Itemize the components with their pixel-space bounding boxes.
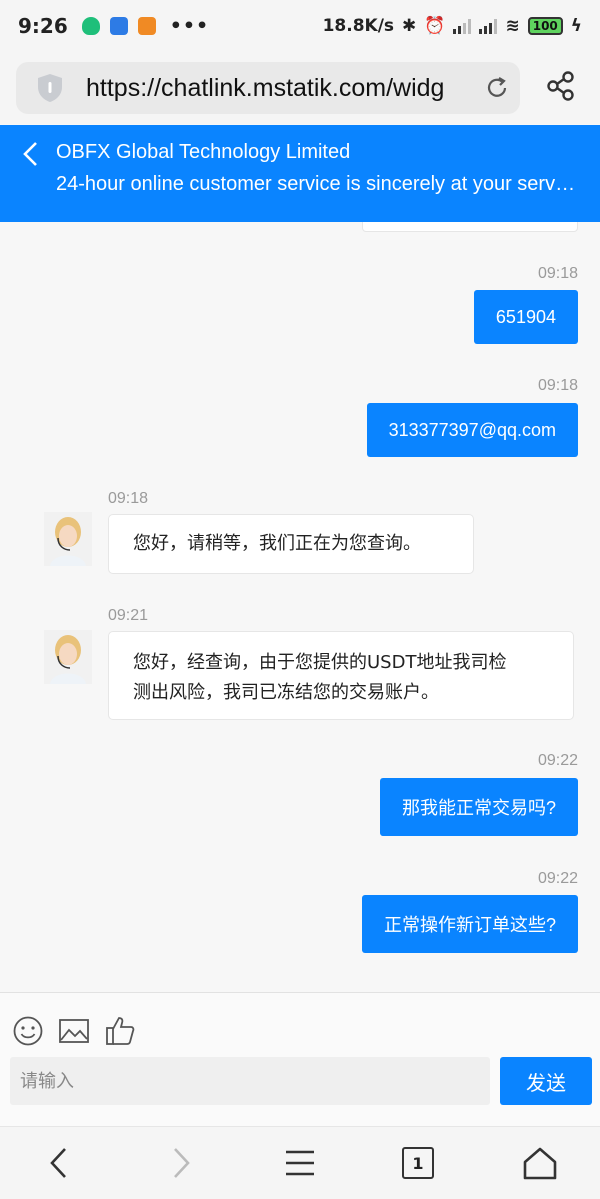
message-input[interactable] xyxy=(10,1057,490,1105)
send-button[interactable]: 发送 xyxy=(500,1057,592,1105)
menu-icon[interactable] xyxy=(282,1145,318,1181)
shield-app-icon xyxy=(81,17,100,35)
message-line: 您好，经查询，由于您提供的USDT地址我司检 xyxy=(133,652,507,673)
browser-toolbar: https://chatlink.mstatik.com/widg xyxy=(0,52,600,124)
chat-title: OBFX Global Technology Limited xyxy=(56,141,351,163)
address-bar[interactable]: https://chatlink.mstatik.com/widg xyxy=(16,62,520,114)
message-timestamp: 09:18 xyxy=(108,490,149,507)
security-shield-icon[interactable] xyxy=(36,73,64,103)
message-line: 测出风险，我司已冻结您的交易账户。 xyxy=(133,682,439,703)
message-composer: 发送 xyxy=(0,992,600,1126)
status-right: 18.8K/s ✱ ⏰ ≋ 100 ϟ xyxy=(323,16,582,36)
back-nav-icon[interactable] xyxy=(42,1145,78,1181)
thumbs-up-icon[interactable] xyxy=(104,1015,136,1047)
agent-avatar xyxy=(44,630,92,684)
previous-message-card xyxy=(362,222,578,232)
outgoing-message: 651904 xyxy=(473,290,578,344)
bluetooth-icon: ✱ xyxy=(402,16,417,36)
outgoing-message: 正常操作新订单这些? xyxy=(361,895,578,953)
chat-header: OBFX Global Technology Limited 24-hour o… xyxy=(0,125,600,222)
status-time: 9:26 xyxy=(18,14,68,38)
reload-icon[interactable] xyxy=(484,75,510,101)
message-list[interactable]: 09:18 651904 09:18 313377397@qq.com 09:1… xyxy=(0,222,600,992)
url-text[interactable]: https://chatlink.mstatik.com/widg xyxy=(86,74,476,103)
forward-nav-icon[interactable] xyxy=(162,1145,198,1181)
share-icon[interactable] xyxy=(546,70,576,102)
alarm-icon: ⏰ xyxy=(424,16,446,36)
back-icon[interactable] xyxy=(20,141,42,167)
tabs-button[interactable]: 1 xyxy=(402,1147,434,1179)
agent-avatar xyxy=(44,512,92,566)
status-bar: 9:26 ••• 18.8K/s ✱ ⏰ ≋ 100 ϟ xyxy=(0,0,600,52)
signal-2-icon xyxy=(479,18,498,34)
network-app-icon xyxy=(109,17,128,35)
message-timestamp: 09:21 xyxy=(108,607,149,624)
incoming-message: 您好，请稍等，我们正在为您查询。 xyxy=(108,514,474,574)
outgoing-message: 313377397@qq.com xyxy=(366,403,578,457)
wifi-icon: ≋ xyxy=(505,16,520,36)
message-timestamp: 09:18 xyxy=(537,265,578,282)
home-icon[interactable] xyxy=(522,1145,558,1181)
home-app-icon xyxy=(137,17,156,35)
message-timestamp: 09:18 xyxy=(537,377,578,394)
charging-icon: ϟ xyxy=(570,16,582,36)
signal-1-icon xyxy=(453,18,472,34)
net-speed: 18.8K/s xyxy=(322,16,395,36)
emoji-icon[interactable] xyxy=(12,1015,44,1047)
browser-bottom-nav: 1 xyxy=(0,1126,600,1199)
message-timestamp: 09:22 xyxy=(537,752,578,769)
message-timestamp: 09:22 xyxy=(537,870,578,887)
image-upload-icon[interactable] xyxy=(58,1015,90,1047)
more-notifications-icon: ••• xyxy=(169,15,210,37)
incoming-message: 您好，经查询，由于您提供的USDT地址我司检 测出风险，我司已冻结您的交易账户。 xyxy=(108,631,574,720)
outgoing-message: 那我能正常交易吗? xyxy=(379,778,578,836)
battery-icon: 100 xyxy=(527,17,563,35)
chat-subtitle: 24-hour online customer service is since… xyxy=(56,173,576,195)
